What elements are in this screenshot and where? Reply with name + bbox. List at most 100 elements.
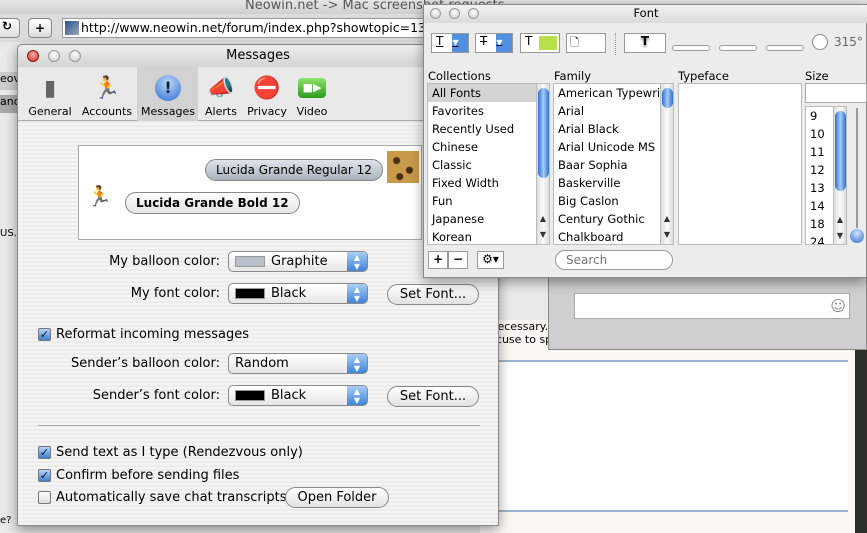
autosave-transcripts-checkbox[interactable]: Automatically save chat transcripts [38, 490, 286, 505]
checkbox-empty-icon [38, 491, 51, 504]
my-preview-bubble: Lucida Grande Regular 12 [205, 159, 383, 181]
toolbar-video[interactable]: ■▶ Video [292, 73, 332, 118]
document-color-well[interactable]: 🗋 [566, 33, 606, 53]
shadow-blur-slider[interactable] [719, 45, 757, 51]
strikethrough-popup[interactable]: T ▼ [475, 33, 513, 53]
list-item[interactable]: Recently Used [428, 120, 549, 138]
typeface-header: Typeface [678, 69, 729, 83]
toolbar-label: Alerts [205, 105, 237, 118]
list-item[interactable]: Century Gothic [554, 210, 673, 228]
list-item[interactable]: Arial [554, 102, 673, 120]
list-item[interactable]: Chalkboard [554, 228, 673, 244]
font-panel: Font T ▼ T ▼ T 🗋 T 315° Collections Family… [423, 4, 867, 278]
list-item[interactable]: Baskerville [554, 174, 673, 192]
add-collection-button[interactable]: + [428, 251, 448, 269]
list-item[interactable]: Chinese [428, 138, 549, 156]
their-preview-bubble: Lucida Grande Bold 12 [125, 192, 300, 214]
family-scrollbar[interactable]: ▲ ▼ [660, 84, 673, 244]
font-panel-title: Font [633, 6, 659, 20]
popup-arrows-icon: ▲ ▼ [347, 386, 367, 405]
send-as-type-checkbox[interactable]: ✓ Send text as I type (Rendezvous only) [38, 445, 303, 460]
add-bookmark-button[interactable]: + [28, 18, 52, 38]
browser-content: d necessary. Please abide by our rules a… [480, 320, 855, 533]
list-item[interactable]: Fixed Width [428, 174, 549, 192]
collections-scrollbar[interactable]: ▲ ▼ [536, 84, 549, 244]
switch-icon: ▮ [43, 75, 57, 101]
message-preview: Lucida Grande Regular 12 🏃 Lucida Grande… [78, 145, 422, 240]
collections-list[interactable]: All Fonts Favorites Recently Used Chinese Cl… [427, 83, 550, 245]
checkbox-check-icon: ✓ [38, 328, 51, 341]
color-swatch [235, 288, 265, 299]
toolbar-messages[interactable]: ! Messages [138, 73, 198, 118]
list-item[interactable]: Japanese [428, 210, 549, 228]
toolbar-label: Messages [141, 105, 195, 118]
list-item[interactable]: Favorites [428, 102, 549, 120]
list-item[interactable]: Fun [428, 192, 549, 210]
gear-action-button[interactable]: ⚙▾ [477, 251, 504, 269]
list-item[interactable]: American Typewriter [554, 84, 673, 102]
toolbar-accounts[interactable]: 🏃 Accounts [79, 73, 135, 119]
my-set-font-button[interactable]: Set Font... [387, 284, 479, 305]
checkbox-label: Automatically save chat transcripts [56, 490, 287, 505]
popup-arrows-icon: ▲ ▼ [347, 354, 367, 373]
size-slider-knob[interactable] [850, 229, 864, 243]
sender-balloon-color-popup[interactable]: Random ▲ ▼ [228, 353, 368, 374]
toolbar-label: General [28, 105, 72, 118]
my-font-color-popup[interactable]: Black ▲ ▼ [228, 283, 368, 304]
popup-arrows-icon: ▲ ▼ [347, 284, 367, 303]
aim-buddy-icon: 🏃 [87, 184, 112, 208]
popup-value: Random [235, 356, 289, 371]
url-field[interactable]: http://www.neowin.net/forum/index.php?sh… [62, 18, 432, 38]
my-balloon-color-label: My balloon color: [109, 254, 220, 269]
reply-textarea[interactable] [480, 360, 848, 512]
font-title-bar: Font [424, 5, 867, 23]
text-color-well[interactable]: T [520, 33, 560, 53]
collections-header: Collections [428, 69, 491, 83]
site-favicon-icon [65, 21, 79, 35]
family-list[interactable]: American Typewriter Arial Arial Black Arial… [553, 83, 674, 245]
size-header: Size [805, 69, 829, 83]
size-scrollbar[interactable]: ▲ ▼ [833, 107, 846, 244]
toolbar-separator [615, 33, 616, 55]
smiley-icon[interactable]: ☺ [830, 297, 846, 315]
my-balloon-color-popup[interactable]: Graphite ▲ ▼ [228, 251, 368, 272]
text-shadow-button[interactable]: T [624, 33, 666, 53]
sender-font-color-popup[interactable]: Black ▲ ▼ [228, 385, 368, 406]
exclamation-bubble-icon: ! [151, 73, 185, 103]
my-font-color-label: My font color: [130, 286, 220, 301]
size-input[interactable] [805, 83, 867, 103]
list-item[interactable]: Arial Black [554, 120, 673, 138]
shadow-offset-slider[interactable] [766, 45, 804, 51]
underline-popup[interactable]: T ▼ [431, 33, 469, 53]
font-search-field[interactable] [555, 250, 673, 270]
toolbar-label: Accounts [81, 105, 133, 118]
shadow-angle-dial[interactable] [812, 34, 828, 50]
shadow-opacity-slider[interactable] [672, 45, 710, 51]
sender-set-font-button[interactable]: Set Font... [387, 386, 479, 407]
sender-font-color-label: Sender’s font color: [92, 388, 220, 403]
toolbar-general[interactable]: ▮ General [26, 73, 74, 119]
url-text: http://www.neowin.net/forum/index.php?sh… [81, 20, 432, 35]
gear-icon: ⚙▾ [482, 252, 499, 266]
reformat-checkbox[interactable]: ✓ Reformat incoming messages [38, 327, 249, 342]
list-item[interactable]: Classic [428, 156, 549, 174]
toolbar-label: Video [296, 105, 328, 118]
list-item[interactable]: All Fonts [428, 84, 549, 102]
open-folder-button[interactable]: Open Folder [285, 487, 389, 508]
checkbox-label: Confirm before sending files [56, 468, 240, 483]
chat-input[interactable]: ☺ [574, 293, 850, 319]
reload-button[interactable]: ↻ [0, 18, 20, 38]
remove-collection-button[interactable]: − [448, 251, 468, 269]
list-item[interactable]: Baar Sophia [554, 156, 673, 174]
list-item[interactable]: Big Caslon [554, 192, 673, 210]
size-slider[interactable] [856, 108, 858, 228]
toolbar-privacy[interactable]: ⛔ Privacy [244, 73, 290, 119]
confirm-send-files-checkbox[interactable]: ✓ Confirm before sending files [38, 468, 239, 483]
checkbox-check-icon: ✓ [38, 446, 51, 459]
popup-value: Black [271, 286, 307, 301]
list-item[interactable]: Arial Unicode MS [554, 138, 673, 156]
list-item[interactable]: Korean [428, 228, 549, 244]
typeface-list[interactable] [678, 83, 802, 245]
toolbar-alerts[interactable]: 📣 Alerts [201, 73, 241, 119]
aim-running-man-icon: 🏃 [93, 75, 121, 101]
